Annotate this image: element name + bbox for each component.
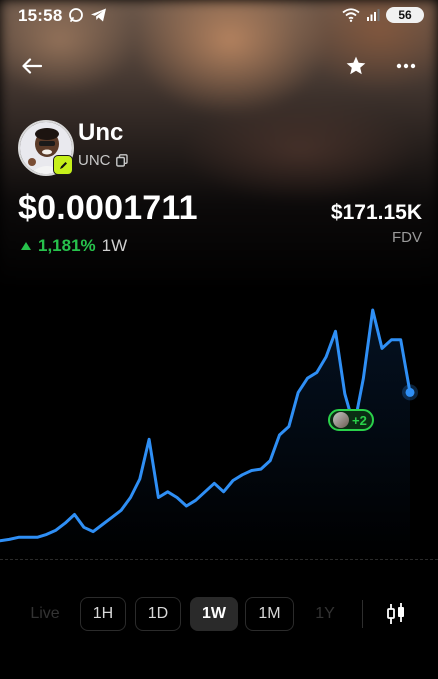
trade-count-label: +2: [352, 412, 367, 428]
trader-avatar-icon: [333, 412, 349, 428]
telegram-icon: [91, 8, 106, 22]
more-options-button[interactable]: [392, 52, 420, 80]
candlestick-icon: [387, 603, 404, 624]
price-change-period: 1W: [101, 236, 128, 255]
chain-badge: [53, 155, 73, 175]
battery-indicator: 56: [386, 7, 424, 23]
token-symbol-row[interactable]: UNC: [78, 152, 128, 169]
timeframe-1h[interactable]: 1H: [80, 597, 126, 631]
triangle-up-icon: [21, 242, 31, 250]
token-price: $0.0001711: [18, 189, 198, 227]
arrow-left-icon: [22, 58, 42, 74]
timeframe-divider: [362, 600, 363, 628]
status-left-icons: [68, 7, 107, 23]
star-icon: [346, 56, 366, 75]
token-name: Unc: [78, 119, 124, 146]
wifi-icon: [342, 8, 360, 22]
price-change-percent: 1,181%: [38, 236, 96, 255]
fdv-label: FDV: [392, 229, 422, 246]
signal-icon: [367, 9, 380, 21]
chart-baseline: [0, 559, 438, 560]
status-right-icons: 56: [342, 7, 424, 23]
status-time: 15:58: [18, 6, 63, 25]
chart-type-button[interactable]: [384, 600, 408, 628]
timeframe-selector: Live 1H 1D 1W 1M 1Y: [0, 597, 438, 633]
more-dots-icon: [396, 63, 416, 69]
timeframe-1m[interactable]: 1M: [245, 597, 294, 631]
timeframe-1y[interactable]: 1Y: [305, 597, 345, 631]
pencil-badge-icon: [59, 161, 67, 169]
favorite-button[interactable]: [342, 52, 370, 80]
fdv-value: $171.15K: [330, 201, 422, 224]
status-bar: 15:58 56: [0, 0, 438, 34]
price-chart[interactable]: [0, 290, 438, 580]
token-symbol: UNC: [78, 152, 111, 169]
timeframe-live[interactable]: Live: [24, 597, 66, 631]
trade-activity-marker[interactable]: +2: [328, 409, 374, 431]
token-detail-screen: 15:58 56 Unc UNC $0.0001711 1,181% 1W $1…: [0, 0, 438, 679]
current-price-dot: [405, 387, 415, 397]
copy-icon[interactable]: [115, 154, 128, 167]
chat-bubble-icon: [69, 8, 83, 22]
price-area-fill: [0, 310, 410, 560]
price-change-row: 1,181% 1W: [20, 236, 127, 256]
timeframe-1d[interactable]: 1D: [135, 597, 181, 631]
back-button[interactable]: [18, 52, 46, 80]
timeframe-1w[interactable]: 1W: [190, 597, 238, 631]
